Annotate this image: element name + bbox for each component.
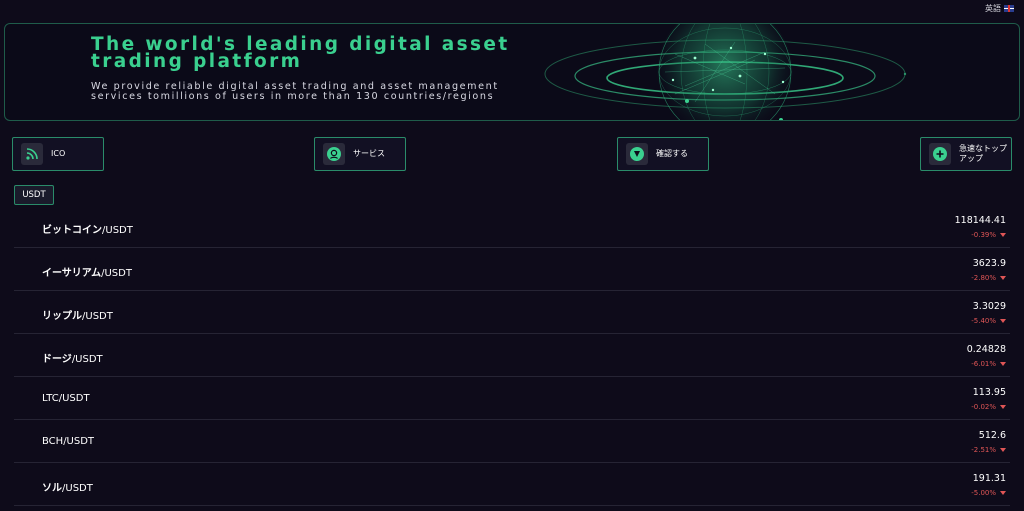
- uk-flag-icon: [1004, 5, 1014, 12]
- market-row[interactable]: リップル/USDT 3.3029 -5.40%: [14, 291, 1010, 334]
- pair-base: ソル: [42, 483, 62, 494]
- pair-base: ビットコイン: [42, 225, 102, 236]
- globe-network-graphic: [544, 24, 907, 120]
- price-change: -6.01%: [971, 360, 1006, 368]
- support-agent-icon: [323, 143, 345, 165]
- pair-base: LTC: [42, 393, 59, 404]
- down-arrow-icon: [1000, 233, 1006, 237]
- ico-button[interactable]: ICO: [12, 137, 104, 171]
- pair-quote: /USDT: [82, 311, 113, 322]
- verify-button[interactable]: 確認する: [617, 137, 709, 171]
- quick-topup-button[interactable]: 急速なトップアップ: [920, 137, 1012, 171]
- market-row[interactable]: イーサリアム/USDT 3623.9 -2.80%: [14, 248, 1010, 291]
- price-change: -2.80%: [971, 274, 1006, 282]
- price-change: -2.51%: [971, 446, 1006, 454]
- verify-button-label: 確認する: [656, 149, 688, 158]
- service-button[interactable]: サービス: [314, 137, 406, 171]
- change-percent: -5.40%: [971, 317, 996, 325]
- price-change: -5.40%: [971, 317, 1006, 325]
- market-list: ビットコイン/USDT 118144.41 -0.39% イーサリアム/USDT…: [14, 205, 1010, 506]
- last-price: 0.24828: [966, 344, 1006, 355]
- pair-name: リップル/USDT: [42, 307, 113, 322]
- pair-quote: /USDT: [63, 436, 95, 447]
- change-percent: -5.00%: [971, 489, 996, 497]
- pair-name: LTC/USDT: [42, 393, 90, 404]
- down-arrow-icon: [1000, 491, 1006, 495]
- market-row[interactable]: ドージ/USDT 0.24828 -6.01%: [14, 334, 1010, 377]
- pair-quote: /USDT: [101, 268, 132, 279]
- pair-name: ドージ/USDT: [42, 350, 103, 365]
- shield-check-icon: [626, 143, 648, 165]
- market-row[interactable]: BCH/USDT 512.6 -2.51%: [14, 420, 1010, 463]
- ico-button-label: ICO: [51, 149, 66, 158]
- down-arrow-icon: [1000, 405, 1006, 409]
- down-arrow-icon: [1000, 276, 1006, 280]
- pair-name: ソル/USDT: [42, 479, 93, 494]
- change-percent: -6.01%: [971, 360, 996, 368]
- pair-quote: /USDT: [102, 225, 133, 236]
- pair-base: BCH: [42, 436, 64, 447]
- pair-base: ドージ: [42, 354, 72, 365]
- quick-actions-bar: ICO サービス 確認する 急速なトップアップ: [0, 137, 1024, 171]
- price-change: -0.02%: [971, 403, 1006, 411]
- change-percent: -0.39%: [971, 231, 996, 239]
- pair-name: イーサリアム/USDT: [42, 264, 132, 279]
- last-price: 512.6: [978, 430, 1006, 441]
- quick-topup-button-label: 急速なトップアップ: [959, 144, 1007, 163]
- pair-quote: /USDT: [71, 354, 103, 365]
- price-change: -5.00%: [971, 489, 1006, 497]
- down-arrow-icon: [1000, 362, 1006, 366]
- change-percent: -0.02%: [971, 403, 996, 411]
- last-price: 3623.9: [972, 258, 1006, 269]
- pair-base: イーサリアム: [42, 268, 102, 279]
- language-selector[interactable]: 英語: [985, 3, 1014, 14]
- pair-name: ビットコイン/USDT: [42, 221, 133, 236]
- hero-banner: The world's leading digital asset tradin…: [4, 23, 1020, 121]
- service-button-label: サービス: [353, 149, 385, 158]
- tab-usdt[interactable]: USDT: [14, 185, 54, 205]
- last-price: 191.31: [972, 473, 1006, 484]
- last-price: 118144.41: [954, 215, 1006, 226]
- down-arrow-icon: [1000, 319, 1006, 323]
- change-percent: -2.80%: [971, 274, 996, 282]
- pair-name: BCH/USDT: [42, 436, 94, 447]
- pair-quote: /USDT: [62, 483, 93, 494]
- rss-icon: [21, 143, 43, 165]
- last-price: 113.95: [972, 387, 1006, 398]
- market-row[interactable]: LTC/USDT 113.95 -0.02%: [14, 377, 1010, 420]
- plus-circle-icon: [929, 143, 951, 165]
- market-row[interactable]: ソル/USDT 191.31 -5.00%: [14, 463, 1010, 506]
- pair-quote: /USDT: [58, 393, 90, 404]
- banner-title: The world's leading digital asset tradin…: [91, 34, 510, 72]
- pair-base: リップル: [42, 311, 82, 322]
- down-arrow-icon: [1000, 448, 1006, 452]
- change-percent: -2.51%: [971, 446, 996, 454]
- market-row[interactable]: ビットコイン/USDT 118144.41 -0.39%: [14, 205, 1010, 248]
- price-change: -0.39%: [971, 231, 1006, 239]
- last-price: 3.3029: [972, 301, 1006, 312]
- language-label: 英語: [985, 4, 1001, 13]
- banner-subtitle: We provide reliable digital asset tradin…: [91, 81, 499, 102]
